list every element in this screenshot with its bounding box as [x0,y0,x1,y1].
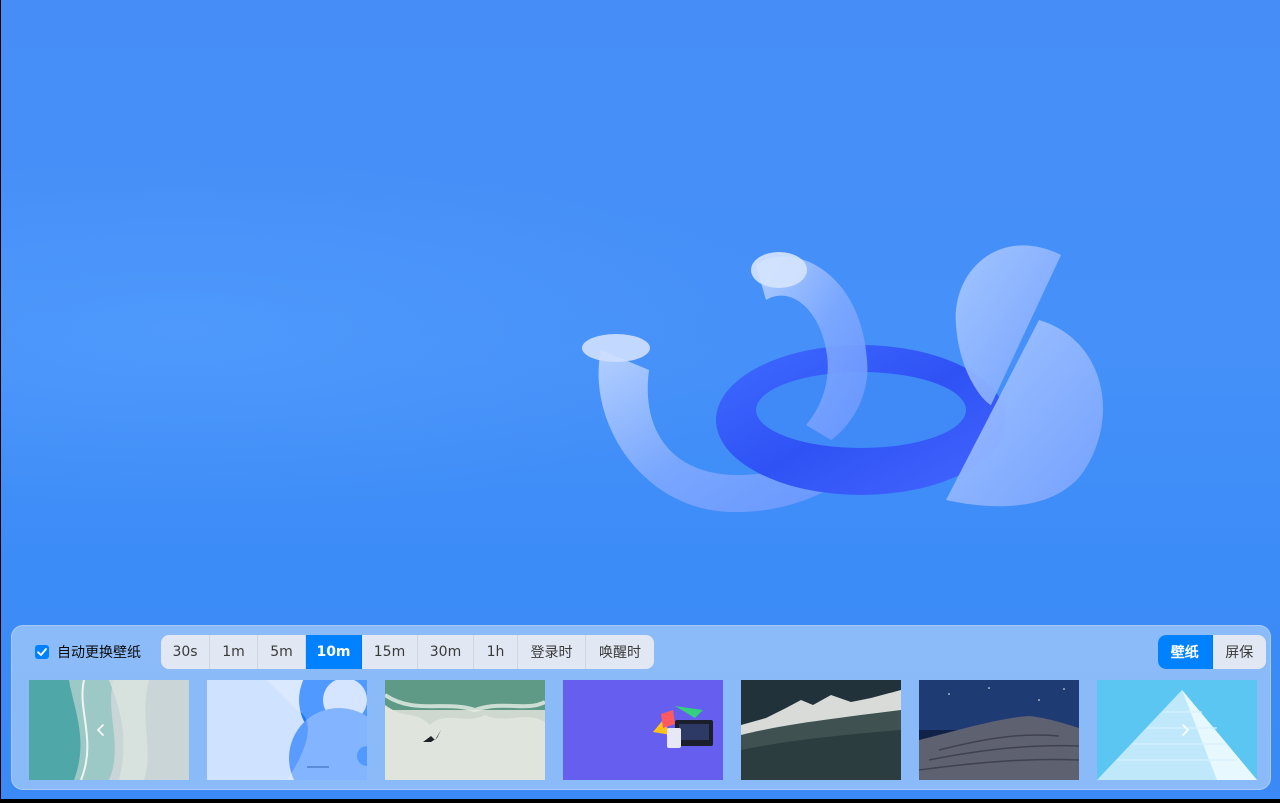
interval-segmented-control: 30s 1m 5m 10m 15m 30m 1h 登录时 唤醒时 [161,635,654,669]
interval-15m[interactable]: 15m [362,635,418,669]
desktop-wallpaper-preview: 自动更换壁纸 30s 1m 5m 10m 15m 30m 1h 登录时 唤醒时 … [1,0,1280,799]
interval-1h[interactable]: 1h [474,635,518,669]
interval-30s[interactable]: 30s [161,635,210,669]
interval-on-wake[interactable]: 唤醒时 [586,635,654,669]
thumbnail-beach-aerial[interactable] [29,680,189,780]
wallpaper-artwork [582,245,1103,513]
tab-wallpaper[interactable]: 壁纸 [1158,635,1213,669]
thumbnail-blue-abstract-circles[interactable] [207,680,367,780]
interval-on-login[interactable]: 登录时 [518,635,586,669]
chevron-right-icon[interactable] [1177,722,1193,738]
thumbnail-waterfall-bird[interactable] [385,680,545,780]
thumbnail-night-desert-dune[interactable] [919,680,1079,780]
interval-10m[interactable]: 10m [306,635,362,669]
checkbox-checked-icon[interactable] [35,645,49,659]
interval-1m[interactable]: 1m [210,635,258,669]
tab-screensaver[interactable]: 屏保 [1213,635,1267,669]
interval-5m[interactable]: 5m [258,635,306,669]
wallpaper-selector-panel: 自动更换壁纸 30s 1m 5m 10m 15m 30m 1h 登录时 唤醒时 … [11,625,1271,790]
mode-segmented-control: 壁纸 屏保 [1158,635,1266,669]
thumbnail-mountain-fog[interactable] [741,680,901,780]
auto-change-wallpaper-toggle[interactable]: 自动更换壁纸 [35,642,141,662]
auto-change-label: 自动更换壁纸 [57,645,141,661]
thumbnail-purple-3d-devices[interactable] [563,680,723,780]
wallpaper-thumbnail-list [29,680,1259,780]
thumbnail-light-blue-pyramid[interactable] [1097,680,1257,780]
interval-30m[interactable]: 30m [418,635,474,669]
chevron-left-icon[interactable] [93,722,109,738]
